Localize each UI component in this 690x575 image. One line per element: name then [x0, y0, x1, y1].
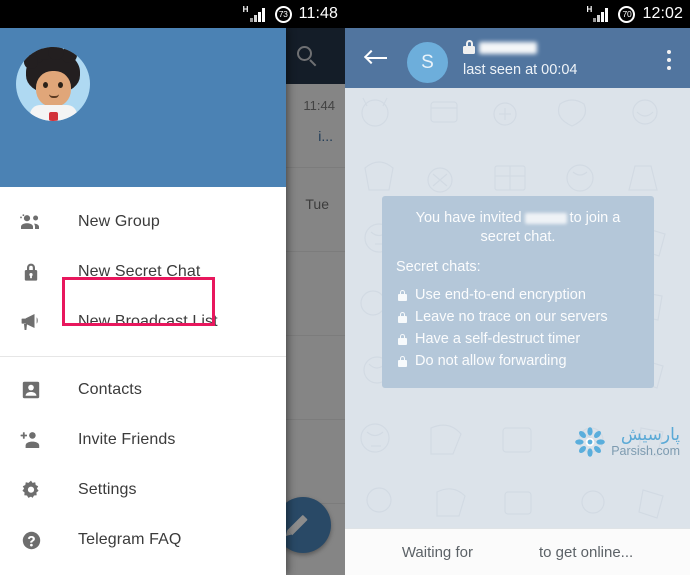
drawer-header — [0, 28, 286, 187]
back-arrow-icon[interactable] — [363, 49, 387, 67]
bubble-feature-label: Do not allow forwarding — [415, 353, 567, 369]
contact-avatar[interactable]: S — [407, 42, 448, 83]
menu-item-label: Telegram FAQ — [78, 531, 182, 548]
redacted-contact-name — [524, 212, 567, 224]
menu-item-label: New Group — [78, 213, 160, 230]
lock-icon — [16, 262, 46, 282]
menu-item-settings[interactable]: Settings — [0, 465, 286, 515]
battery-icon: 70 — [618, 5, 636, 23]
menu-item-label: Settings — [78, 481, 137, 498]
footer-after: to get online... — [538, 543, 634, 561]
group-icon — [16, 214, 46, 230]
right-screen: You have invited to join a secret chat. S… — [345, 0, 690, 575]
secret-chat-lock-icon — [463, 40, 475, 54]
menu-item-new-secret-chat[interactable]: New Secret Chat — [0, 247, 286, 297]
status-bar-left: H 73 11:48 — [0, 0, 345, 28]
lock-icon — [398, 333, 407, 345]
watermark-farsi: پارسیش — [620, 425, 680, 445]
menu-item-label: Contacts — [78, 381, 142, 398]
question-circle-icon — [16, 531, 46, 550]
menu-divider — [0, 356, 286, 357]
drawer-menu: New Group New Secret Chat New Broadcast … — [0, 187, 286, 565]
list-item-time: 11:44 — [303, 98, 335, 113]
menu-item-invite-friends[interactable]: Invite Friends — [0, 415, 286, 465]
network-type-label: H — [242, 4, 249, 14]
pencil-icon — [287, 514, 308, 536]
list-item-day: Tue — [305, 196, 329, 212]
person-add-icon — [16, 431, 46, 449]
bubble-feature-item: Use end-to-end encryption — [398, 284, 640, 306]
contact-card-icon — [16, 381, 46, 399]
megaphone-icon — [16, 313, 46, 331]
user-avatar[interactable] — [16, 47, 90, 121]
bubble-feature-item: Leave no trace on our servers — [398, 306, 640, 328]
status-bar-right: H 70 12:02 — [345, 0, 690, 28]
flower-logo-icon — [575, 427, 606, 458]
signal-icon: H — [243, 5, 268, 22]
footer-before: Waiting for — [401, 543, 473, 561]
gear-icon — [16, 480, 46, 500]
menu-item-contacts[interactable]: Contacts — [0, 365, 286, 415]
lock-icon — [398, 311, 407, 323]
signal-icon: H — [586, 5, 611, 22]
menu-item-telegram-faq[interactable]: Telegram FAQ — [0, 515, 286, 565]
redacted-contact-name — [479, 42, 537, 54]
secret-chat-info-bubble: You have invited to join a secret chat. S… — [382, 196, 654, 388]
lock-icon — [398, 289, 407, 301]
status-bar-clock: 11:48 — [298, 5, 338, 22]
list-item-snippet: i... — [318, 128, 333, 144]
screenshot-root: 11:44 i... Tue New Group New Secret Chat… — [0, 0, 690, 575]
bubble-subtitle: Secret chats: — [396, 259, 481, 275]
bubble-intro: You have invited to join a secret chat. — [396, 209, 640, 247]
bubble-feature-label: Have a self-destruct timer — [415, 331, 581, 347]
bubble-feature-item: Do not allow forwarding — [398, 350, 640, 372]
chat-toolbar: S last seen at 00:04 — [345, 28, 690, 88]
menu-item-label: New Secret Chat — [78, 263, 201, 280]
menu-item-label: Invite Friends — [78, 431, 176, 448]
menu-item-label: New Broadcast List — [78, 313, 218, 330]
chat-footer-status: Waiting for to get online... — [345, 528, 690, 575]
lock-icon — [398, 355, 407, 367]
menu-item-new-group[interactable]: New Group — [0, 197, 286, 247]
status-bar-clock: 12:02 — [642, 5, 683, 22]
watermark-latin: Parsish.com — [611, 444, 680, 458]
bubble-feature-item: Have a self-destruct timer — [398, 328, 640, 350]
chat-message-area: You have invited to join a secret chat. S… — [345, 88, 690, 528]
network-type-label: H — [586, 4, 593, 14]
left-screen: 11:44 i... Tue New Group New Secret Chat… — [0, 0, 345, 575]
redacted-contact-name — [476, 546, 535, 558]
bubble-intro-before: You have invited — [415, 210, 522, 226]
watermark: پارسیش Parsish.com — [575, 427, 680, 458]
bubble-feature-label: Leave no trace on our servers — [415, 309, 608, 325]
bubble-feature-label: Use end-to-end encryption — [415, 287, 586, 303]
three-dot-menu-icon[interactable] — [667, 50, 671, 74]
contact-last-seen: last seen at 00:04 — [463, 62, 578, 78]
navigation-drawer: New Group New Secret Chat New Broadcast … — [0, 28, 286, 575]
battery-icon: 73 — [274, 5, 292, 23]
menu-item-new-broadcast-list[interactable]: New Broadcast List — [0, 297, 286, 347]
